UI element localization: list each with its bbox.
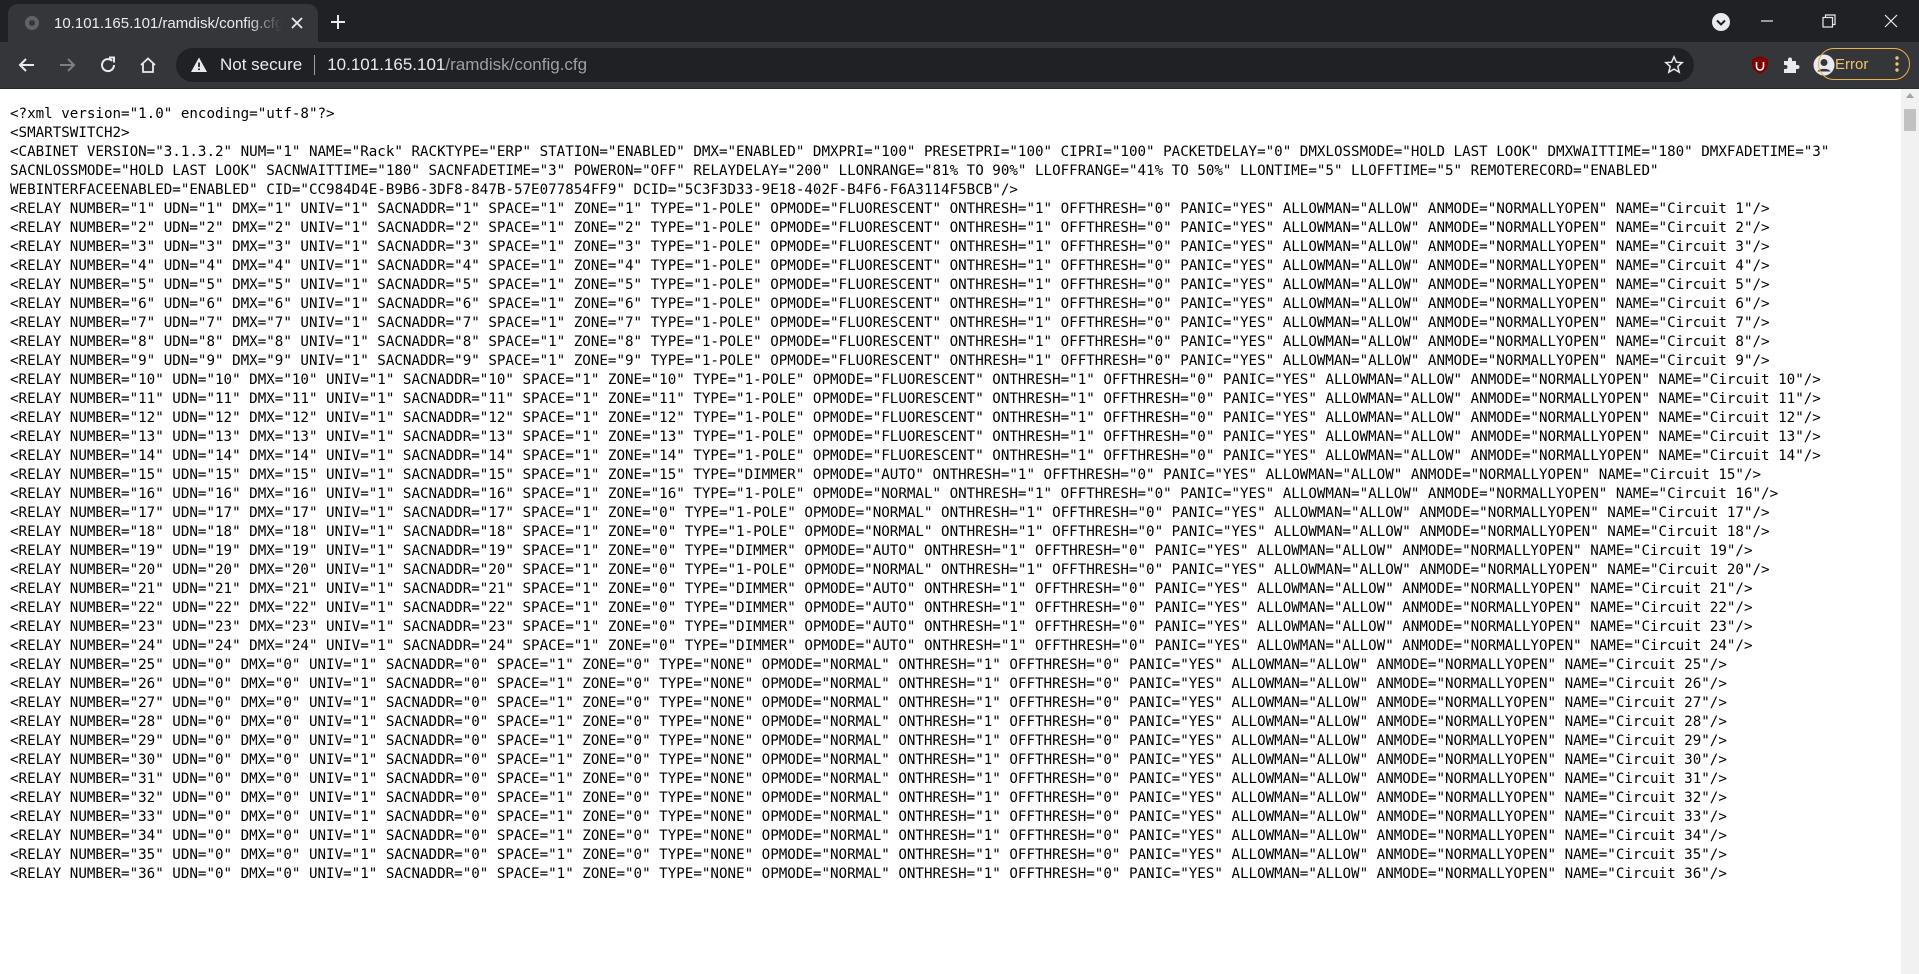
source-line: <RELAY NUMBER="18" UDN="18" DMX="18" UNI… [10, 524, 1770, 540]
source-line: <RELAY NUMBER="11" UDN="11" DMX="11" UNI… [10, 391, 1821, 407]
source-line: <RELAY NUMBER="14" UDN="14" DMX="14" UNI… [10, 448, 1821, 464]
error-button[interactable]: Error [1818, 48, 1910, 80]
source-line: <RELAY NUMBER="6" UDN="6" DMX="6" UNIV="… [10, 296, 1770, 312]
source-line: <RELAY NUMBER="10" UDN="10" DMX="10" UNI… [10, 372, 1821, 388]
source-line: <RELAY NUMBER="5" UDN="5" DMX="5" UNIV="… [10, 277, 1770, 293]
source-line: <RELAY NUMBER="22" UDN="22" DMX="22" UNI… [10, 600, 1753, 616]
reload-icon[interactable] [94, 51, 122, 79]
error-label: Error [1835, 55, 1869, 73]
source-line: <RELAY NUMBER="15" UDN="15" DMX="15" UNI… [10, 467, 1762, 483]
source-line: <RELAY NUMBER="33" UDN="0" DMX="0" UNIV=… [10, 809, 1727, 825]
back-icon[interactable] [13, 51, 41, 79]
browser-tab[interactable]: 10.101.165.101/ramdisk/config.cfg [8, 4, 318, 42]
more-vert-icon [1895, 56, 1899, 72]
source-line: <RELAY NUMBER="2" UDN="2" DMX="2" UNIV="… [10, 220, 1770, 236]
source-line: <RELAY NUMBER="8" UDN="8" DMX="8" UNIV="… [10, 334, 1770, 350]
home-icon[interactable] [134, 51, 162, 79]
globe-icon [25, 16, 39, 30]
close-tab-icon[interactable] [288, 14, 306, 32]
forward-icon[interactable] [53, 51, 81, 79]
source-line: <?xml version="1.0" encoding="utf-8"?> [10, 106, 335, 122]
scroll-up-arrow-icon[interactable] [1906, 93, 1914, 98]
page-content: <?xml version="1.0" encoding="utf-8"?> <S… [0, 89, 1901, 974]
restore-icon[interactable] [1801, 0, 1857, 42]
source-line: <RELAY NUMBER="27" UDN="0" DMX="0" UNIV=… [10, 695, 1727, 711]
source-line: <RELAY NUMBER="12" UDN="12" DMX="12" UNI… [10, 410, 1821, 426]
extensions-puzzle-icon[interactable] [1780, 54, 1802, 76]
browser-toolbar: Not secure 10.101.165.101/ramdisk/config… [0, 42, 1919, 89]
source-line: <RELAY NUMBER="35" UDN="0" DMX="0" UNIV=… [10, 847, 1727, 863]
vertical-scrollbar[interactable] [1901, 89, 1919, 974]
source-line: <SMARTSWITCH2> [10, 125, 130, 141]
source-line: <RELAY NUMBER="1" UDN="1" DMX="1" UNIV="… [10, 201, 1770, 217]
warning-icon[interactable] [190, 56, 208, 74]
source-line: <RELAY NUMBER="26" UDN="0" DMX="0" UNIV=… [10, 676, 1727, 692]
source-line: <RELAY NUMBER="34" UDN="0" DMX="0" UNIV=… [10, 828, 1727, 844]
source-line: <RELAY NUMBER="23" UDN="23" DMX="23" UNI… [10, 619, 1753, 635]
source-line: <RELAY NUMBER="25" UDN="0" DMX="0" UNIV=… [10, 657, 1727, 673]
source-line: <RELAY NUMBER="3" UDN="3" DMX="3" UNIV="… [10, 239, 1770, 255]
source-line: <RELAY NUMBER="21" UDN="21" DMX="21" UNI… [10, 581, 1753, 597]
security-label[interactable]: Not secure [220, 55, 302, 75]
source-line: <RELAY NUMBER="31" UDN="0" DMX="0" UNIV=… [10, 771, 1727, 787]
source-line: <RELAY NUMBER="13" UDN="13" DMX="13" UNI… [10, 429, 1821, 445]
xml-source-text: <?xml version="1.0" encoding="utf-8"?> <S… [0, 89, 1880, 884]
ublock-extension-icon[interactable] [1749, 54, 1771, 76]
minimize-icon[interactable] [1739, 0, 1795, 42]
url-host: 10.101.165.101 [327, 55, 446, 74]
source-line: <RELAY NUMBER="17" UDN="17" DMX="17" UNI… [10, 505, 1770, 521]
source-line: <RELAY NUMBER="19" UDN="19" DMX="19" UNI… [10, 543, 1753, 559]
source-line: <RELAY NUMBER="7" UDN="7" DMX="7" UNIV="… [10, 315, 1770, 331]
source-line: <RELAY NUMBER="4" UDN="4" DMX="4" UNIV="… [10, 258, 1770, 274]
source-line: <RELAY NUMBER="29" UDN="0" DMX="0" UNIV=… [10, 733, 1727, 749]
url-path: /ramdisk/config.cfg [445, 55, 588, 74]
source-line: <RELAY NUMBER="16" UDN="16" DMX="16" UNI… [10, 486, 1779, 502]
source-line: <RELAY NUMBER="24" UDN="24" DMX="24" UNI… [10, 638, 1753, 654]
address-bar[interactable]: Not secure 10.101.165.101/ramdisk/config… [176, 48, 1694, 82]
close-window-icon[interactable] [1863, 0, 1919, 42]
tab-search-icon[interactable] [1711, 12, 1731, 32]
separator [314, 55, 316, 75]
source-line: <RELAY NUMBER="20" UDN="20" DMX="20" UNI… [10, 562, 1770, 578]
tab-title: 10.101.165.101/ramdisk/config.cfg [54, 14, 282, 32]
source-line: <RELAY NUMBER="30" UDN="0" DMX="0" UNIV=… [10, 752, 1727, 768]
bookmark-star-icon[interactable] [1664, 55, 1684, 75]
source-line: <RELAY NUMBER="36" UDN="0" DMX="0" UNIV=… [10, 866, 1727, 882]
new-tab-icon[interactable] [326, 10, 350, 34]
source-line: <RELAY NUMBER="32" UDN="0" DMX="0" UNIV=… [10, 790, 1727, 806]
tab-strip: 10.101.165.101/ramdisk/config.cfg [0, 0, 1919, 42]
source-line: <RELAY NUMBER="9" UDN="9" DMX="9" UNIV="… [10, 353, 1770, 369]
scrollbar-thumb[interactable] [1904, 109, 1916, 131]
source-line: <CABINET VERSION="3.1.3.2" NUM="1" NAME=… [10, 144, 1838, 198]
source-line: <RELAY NUMBER="28" UDN="0" DMX="0" UNIV=… [10, 714, 1727, 730]
